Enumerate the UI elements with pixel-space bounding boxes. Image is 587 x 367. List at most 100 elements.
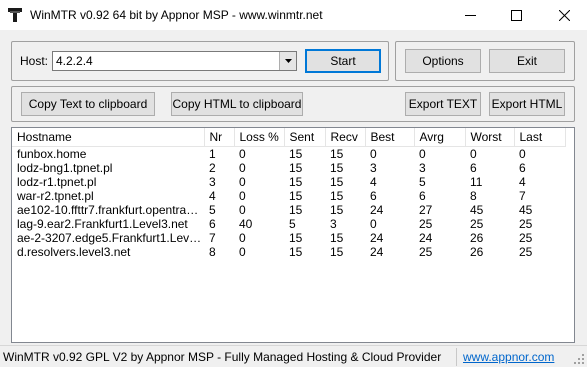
cell-avrg: 25: [419, 244, 433, 259]
column-header-recv[interactable]: Recv: [325, 128, 366, 147]
cell-sent: 15: [289, 202, 303, 217]
exit-button[interactable]: Exit: [489, 49, 565, 73]
cell-nr: 3: [209, 174, 216, 189]
cell-last: 4: [519, 174, 526, 189]
cell-loss: 0: [239, 174, 246, 189]
cell-loss: 0: [239, 230, 246, 245]
start-button[interactable]: Start: [305, 49, 381, 73]
cell-nr: 1: [209, 146, 216, 161]
winmtr-app-icon: [8, 8, 22, 22]
cell-hostname: ae-2-3207.edge5.Frankfurt1.Level3....: [17, 230, 204, 245]
column-header-loss[interactable]: Loss %: [234, 128, 285, 147]
host-combobox[interactable]: 4.2.2.4: [52, 51, 297, 71]
host-input[interactable]: 4.2.2.4: [56, 54, 93, 68]
cell-recv: 15: [330, 188, 344, 203]
cell-avrg: 0: [419, 146, 426, 161]
minimize-button[interactable]: [447, 0, 493, 30]
cell-sent: 15: [289, 244, 303, 259]
cell-hostname: ae102-10.ffttr7.frankfurt.opentransit.ne…: [17, 202, 204, 217]
cell-worst: 0: [470, 146, 477, 161]
copy-text-button[interactable]: Copy Text to clipboard: [21, 92, 155, 116]
table-row[interactable]: ae-2-3207.edge5.Frankfurt1.Level3.... 7 0 1…: [12, 231, 565, 245]
table-row[interactable]: d.resolvers.level3.net 8 0 15 15 24 25 26 25: [12, 245, 565, 259]
cell-loss: 0: [239, 146, 246, 161]
table-row[interactable]: lodz-bng1.tpnet.pl 2 0 15 15 3 3 6 6: [12, 161, 565, 175]
cell-worst: 45: [470, 202, 484, 217]
appnor-link[interactable]: www.appnor.com: [463, 350, 554, 364]
results-body: funbox.home 1 0 15 15 0 0 0 0 lodz-bng1.tpnet.pl 2…: [12, 146, 565, 259]
maximize-button[interactable]: [493, 0, 539, 30]
table-row[interactable]: lodz-r1.tpnet.pl 3 0 15 15 4 5 11 4: [12, 175, 565, 189]
table-row[interactable]: funbox.home 1 0 15 15 0 0 0 0: [12, 146, 565, 161]
title-bar: WinMTR v0.92 64 bit by Appnor MSP - www.…: [0, 0, 587, 30]
export-text-button[interactable]: Export TEXT: [405, 92, 481, 116]
cell-last: 25: [519, 230, 533, 245]
cell-worst: 8: [470, 188, 477, 203]
cell-loss: 0: [239, 188, 246, 203]
table-header-row: Hostname Nr Loss % Sent Recv Best Avrg W…: [12, 128, 566, 147]
cell-recv: 15: [330, 244, 344, 259]
host-label: Host:: [20, 54, 49, 68]
cell-last: 25: [519, 216, 533, 231]
table-row[interactable]: ae102-10.ffttr7.frankfurt.opentransit.ne…: [12, 203, 565, 217]
cell-hostname: lodz-r1.tpnet.pl: [17, 174, 97, 189]
cell-sent: 15: [289, 230, 303, 245]
cell-worst: 25: [470, 216, 484, 231]
cell-worst: 26: [470, 244, 484, 259]
column-header-sent[interactable]: Sent: [284, 128, 326, 147]
cell-hostname: funbox.home: [17, 146, 87, 161]
column-header-last[interactable]: Last: [514, 128, 566, 147]
cell-best: 24: [370, 230, 384, 245]
results-list[interactable]: Hostname Nr Loss % Sent Recv Best Avrg W…: [11, 127, 575, 343]
status-bar: WinMTR v0.92 GPL V2 by Appnor MSP - Full…: [0, 345, 587, 367]
cell-recv: 15: [330, 174, 344, 189]
cell-worst: 11: [470, 174, 483, 189]
options-button[interactable]: Options: [405, 49, 481, 73]
cell-hostname: war-r2.tpnet.pl: [17, 188, 94, 203]
cell-best: 24: [370, 244, 384, 259]
cell-hostname: d.resolvers.level3.net: [17, 244, 131, 259]
close-button[interactable]: [541, 0, 587, 30]
cell-last: 6: [519, 160, 526, 175]
column-header-avrg[interactable]: Avrg: [414, 128, 466, 147]
cell-nr: 4: [209, 188, 216, 203]
cell-recv: 15: [330, 202, 344, 217]
cell-best: 6: [370, 188, 377, 203]
window-title: WinMTR v0.92 64 bit by Appnor MSP - www.…: [30, 8, 323, 22]
cell-sent: 15: [289, 174, 303, 189]
cell-last: 25: [519, 244, 533, 259]
cell-best: 0: [370, 146, 377, 161]
cell-loss: 0: [239, 160, 246, 175]
host-dropdown-button[interactable]: [279, 52, 296, 70]
cell-last: 0: [519, 146, 526, 161]
cell-avrg: 25: [419, 216, 433, 231]
cell-avrg: 6: [419, 188, 426, 203]
status-divider: [456, 348, 457, 366]
cell-best: 0: [370, 216, 377, 231]
cell-nr: 2: [209, 160, 216, 175]
cell-avrg: 27: [419, 202, 433, 217]
copy-html-button[interactable]: Copy HTML to clipboard: [171, 92, 303, 116]
cell-nr: 8: [209, 244, 216, 259]
cell-best: 24: [370, 202, 384, 217]
column-header-worst[interactable]: Worst: [465, 128, 515, 147]
table-row[interactable]: war-r2.tpnet.pl 4 0 15 15 6 6 8 7: [12, 189, 565, 203]
results-table: Hostname Nr Loss % Sent Recv Best Avrg W…: [12, 128, 566, 259]
resize-grip-icon[interactable]: [573, 353, 585, 365]
cell-sent: 15: [289, 160, 303, 175]
cell-sent: 15: [289, 146, 303, 161]
cell-sent: 5: [289, 216, 296, 231]
cell-loss: 0: [239, 202, 246, 217]
cell-avrg: 3: [419, 160, 426, 175]
column-header-nr[interactable]: Nr: [204, 128, 235, 147]
cell-sent: 15: [289, 188, 303, 203]
column-header-hostname[interactable]: Hostname: [12, 128, 205, 147]
cell-avrg: 24: [419, 230, 433, 245]
column-header-best[interactable]: Best: [365, 128, 415, 147]
cell-recv: 15: [330, 146, 344, 161]
table-row[interactable]: lag-9.ear2.Frankfurt1.Level3.net 6 40 5 3 0 25…: [12, 217, 565, 231]
cell-recv: 3: [330, 216, 337, 231]
cell-nr: 6: [209, 216, 216, 231]
export-html-button[interactable]: Export HTML: [489, 92, 565, 116]
cell-best: 4: [370, 174, 377, 189]
